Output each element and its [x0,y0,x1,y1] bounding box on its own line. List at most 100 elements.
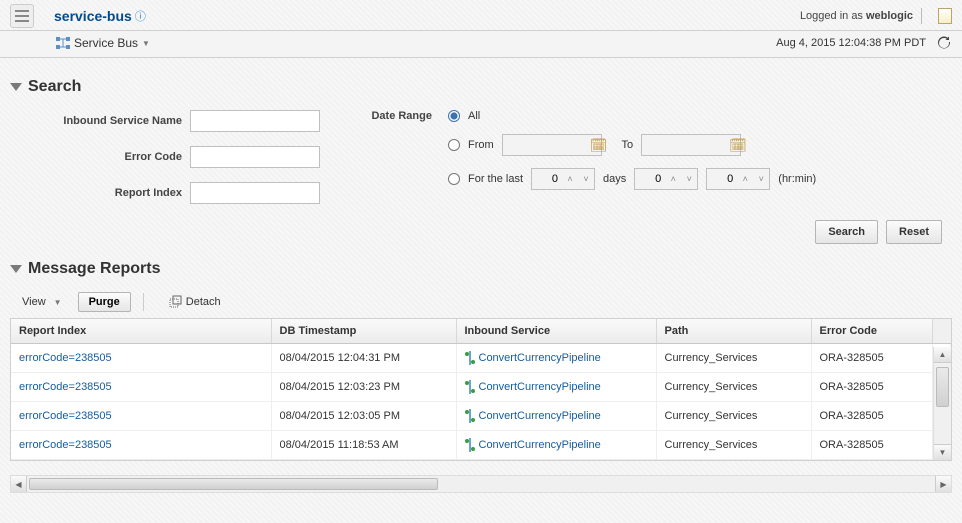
pipeline-icon [465,380,475,394]
min-stepper[interactable]: ˄˅ [706,168,770,190]
collapse-icon[interactable] [10,83,22,91]
min-input[interactable] [707,173,737,185]
label-hrmin: (hr:min) [778,173,816,185]
detach-label: Detach [186,296,221,308]
scroll-right-icon[interactable]: ▶ [935,476,951,492]
inbound-service-link[interactable]: ConvertCurrencyPipeline [479,439,601,451]
col-error-code[interactable]: Error Code [811,319,933,344]
header-bar: service-bus ⓘ Logged in as weblogic [0,0,962,30]
col-report-index[interactable]: Report Index [11,319,271,344]
chevron-up-icon[interactable]: ˄ [562,174,578,184]
cell-path: Currency_Services [656,373,811,402]
days-stepper[interactable]: ˄˅ [531,168,595,190]
cell-path: Currency_Services [656,402,811,431]
divider [921,8,922,24]
collapse-icon[interactable] [10,265,22,273]
report-index-link[interactable]: errorCode=238505 [19,410,112,422]
cell-db-timestamp: 08/04/2015 12:03:23 PM [271,373,456,402]
cell-error-code: ORA-328505 [811,402,933,431]
view-label: View [22,296,46,308]
cell-error-code: ORA-328505 [811,344,933,373]
pipeline-icon [465,409,475,423]
error-code-input[interactable] [190,146,320,168]
label-error-code: Error Code [40,151,190,163]
radio-for-the-last[interactable] [448,173,460,185]
table-row[interactable]: errorCode=238505 08/04/2015 12:03:23 PM Co… [11,373,951,402]
document-icon[interactable] [938,8,952,24]
search-section-header: Search [10,78,952,96]
view-menu[interactable]: View ▼ [14,293,70,311]
table-row[interactable]: errorCode=238505 08/04/2015 12:03:05 PM Co… [11,402,951,431]
chevron-down-icon[interactable]: ˅ [753,174,769,184]
info-icon[interactable]: ⓘ [135,8,146,24]
reports-section-header: Message Reports [10,260,952,278]
table-row[interactable]: errorCode=238505 08/04/2015 11:18:53 AM Co… [11,431,951,460]
report-index-link[interactable]: errorCode=238505 [19,439,112,451]
pipeline-icon [465,351,475,365]
page-title: service-bus [54,8,132,24]
breadcrumb[interactable]: Service Bus [74,36,138,50]
from-date-input[interactable] [502,134,602,156]
label-all: All [468,110,480,122]
search-form: Inbound Service Name Error Code Report I… [10,104,952,214]
service-bus-icon [56,37,70,49]
inbound-service-link[interactable]: ConvertCurrencyPipeline [479,352,601,364]
logged-in-label: Logged in as [800,10,863,22]
inbound-service-link[interactable]: ConvertCurrencyPipeline [479,381,601,393]
vertical-scrollbar[interactable]: ▲ ▼ [933,347,951,460]
reset-button[interactable]: Reset [886,220,942,244]
inbound-service-link[interactable]: ConvertCurrencyPipeline [479,410,601,422]
page-timestamp: Aug 4, 2015 12:04:38 PM PDT [776,37,926,49]
days-input[interactable] [532,173,562,185]
label-from: From [468,139,494,151]
chevron-up-icon[interactable]: ˄ [665,174,681,184]
scroll-down-icon[interactable]: ▼ [934,444,951,460]
radio-from[interactable] [448,139,460,151]
to-date-input[interactable] [641,134,741,156]
scrollbar-thumb[interactable] [936,367,949,407]
report-index-link[interactable]: errorCode=238505 [19,381,112,393]
label-inbound-service-name: Inbound Service Name [40,115,190,127]
label-report-index: Report Index [40,187,190,199]
detach-icon [168,295,182,309]
chevron-down-icon[interactable]: ˅ [578,174,594,184]
table-header-row: Report Index DB Timestamp Inbound Servic… [11,319,951,344]
label-date-range: Date Range [360,110,440,122]
report-index-link[interactable]: errorCode=238505 [19,352,112,364]
col-path[interactable]: Path [656,319,811,344]
pipeline-icon [465,438,475,452]
cell-error-code: ORA-328505 [811,431,933,460]
col-inbound-service[interactable]: Inbound Service [456,319,656,344]
label-for-the-last: For the last [468,173,523,185]
scroll-left-icon[interactable]: ◀ [11,476,27,492]
inbound-service-name-input[interactable] [190,110,320,132]
col-db-timestamp[interactable]: DB Timestamp [271,319,456,344]
chevron-down-icon[interactable]: ˅ [681,174,697,184]
chevron-down-icon: ▼ [54,298,62,307]
table-row[interactable]: errorCode=238505 08/04/2015 12:04:31 PM Co… [11,344,951,373]
purge-button[interactable]: Purge [78,292,131,312]
chevron-up-icon[interactable]: ˄ [737,174,753,184]
hr-input[interactable] [635,173,665,185]
logged-in-user: weblogic [866,10,913,22]
refresh-icon[interactable] [936,35,952,51]
horizontal-scrollbar[interactable]: ◀ ▶ [10,475,952,493]
radio-all[interactable] [448,110,460,122]
search-button-row: Search Reset [10,214,952,250]
scroll-up-icon[interactable]: ▲ [934,347,951,363]
cell-path: Currency_Services [656,431,811,460]
breadcrumb-bar: Service Bus ▼ Aug 4, 2015 12:04:38 PM PD… [0,30,962,58]
divider [143,293,144,311]
label-days: days [603,173,626,185]
report-index-input[interactable] [190,182,320,204]
reports-table-container: Report Index DB Timestamp Inbound Servic… [10,318,952,461]
hamburger-menu-icon[interactable] [10,4,34,28]
cell-db-timestamp: 08/04/2015 12:04:31 PM [271,344,456,373]
detach-button[interactable]: Detach [168,295,221,309]
hr-stepper[interactable]: ˄˅ [634,168,698,190]
search-button[interactable]: Search [815,220,878,244]
cell-db-timestamp: 08/04/2015 11:18:53 AM [271,431,456,460]
breadcrumb-dropdown-icon[interactable]: ▼ [142,39,150,48]
scrollbar-thumb[interactable] [29,478,438,490]
cell-db-timestamp: 08/04/2015 12:03:05 PM [271,402,456,431]
